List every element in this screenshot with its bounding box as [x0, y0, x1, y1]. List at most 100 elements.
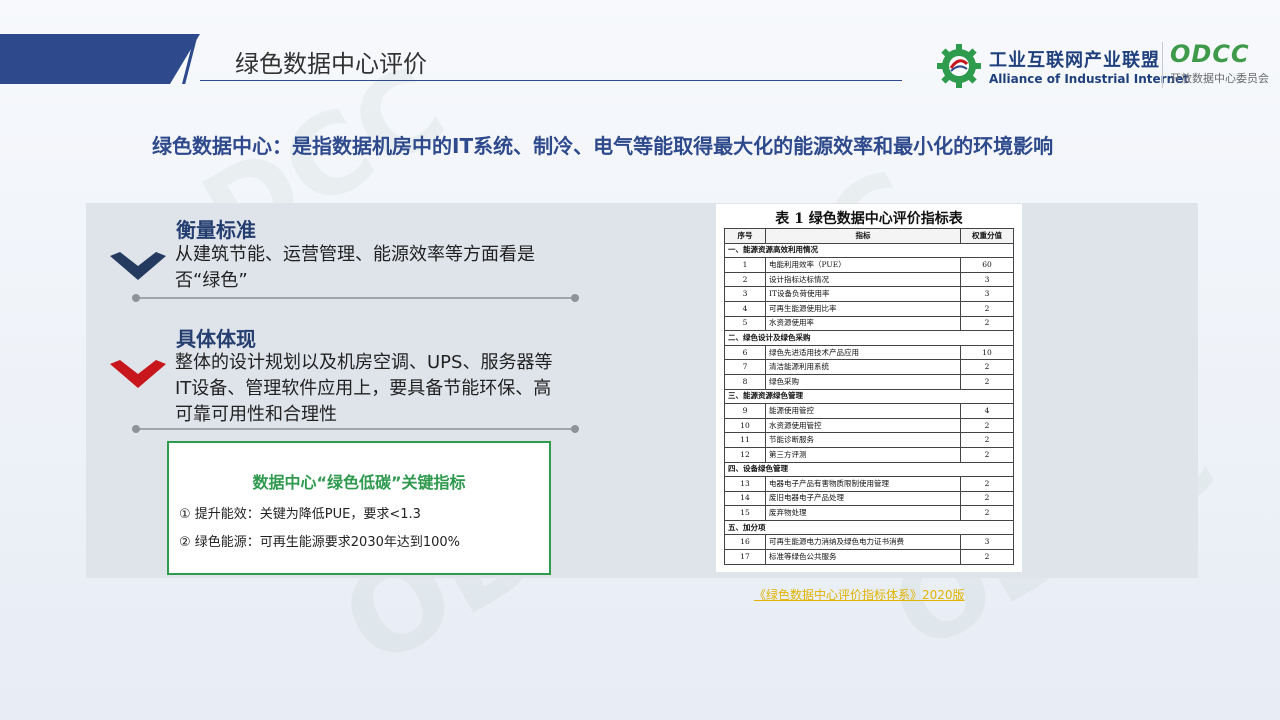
table-cell-name: 节能诊断服务 [765, 432, 961, 448]
table-cell-name: 废旧电器电子产品处理 [765, 490, 961, 507]
table-cell-score: 60 [960, 257, 1014, 273]
title-bar-accent [0, 34, 200, 84]
table-cell-name: 标准等绿色公共服务 [765, 549, 961, 565]
table-cell-no: 9 [724, 403, 766, 419]
table-cell-score: 2 [960, 490, 1014, 507]
table-cell-name: 第三方评测 [765, 446, 961, 463]
source-caption-link[interactable]: 《绿色数据中心评价指标体系》2020版 [754, 586, 965, 603]
table-cell-name: 能源使用管控 [765, 403, 961, 419]
table-cell-score: 2 [960, 417, 1014, 434]
table-section-row: 四、设备绿色管理 [724, 461, 1014, 478]
table-section-row: 五、加分项 [724, 519, 1014, 536]
section-divider [136, 297, 576, 299]
table-cell-name: 电能利用效率（PUE） [765, 257, 961, 273]
table-row: 5 水资源使用率 2 [724, 315, 1014, 332]
table-cell-score: 2 [960, 359, 1014, 375]
key-indicators-title: 数据中心“绿色低碳”关键指标 [252, 473, 466, 492]
table-cell-no: 8 [724, 373, 766, 390]
table-cell-no: 16 [724, 534, 766, 551]
table-cell-score: 3 [960, 286, 1014, 302]
table-row: 2 设计指标达标情况 3 [724, 271, 1014, 288]
table-cell-no: 2 [724, 271, 766, 288]
table-cell-no: 10 [724, 417, 766, 434]
table-cell-no: 14 [724, 490, 766, 507]
table-cell-no: 4 [724, 300, 766, 317]
table-header-row: 序号 指标 权重分值 [724, 228, 1014, 244]
table-cell-name: 清洁能源利用系统 [765, 359, 961, 375]
divider-dot [571, 294, 579, 302]
section-title-embodiment: 具体体现 [176, 327, 256, 351]
section-body-standard: 从建筑节能、运营管理、能源效率等方面看是否“绿色” [175, 244, 535, 291]
table-header-cell: 指标 [765, 228, 961, 244]
table-cell-no: 11 [724, 432, 766, 448]
divider-dot [132, 294, 140, 302]
table-cell-no: 3 [724, 286, 766, 302]
table-row: 6 绿色先进适用技术产品应用 10 [724, 344, 1014, 361]
table-row: 3 IT设备负荷使用率 3 [724, 286, 1014, 302]
table-row: 7 清洁能源利用系统 2 [724, 359, 1014, 375]
table-cell-score: 2 [960, 315, 1014, 332]
table-cell-name: 可再生能源电力消纳及绿色电力证书消费 [765, 534, 961, 551]
table-row: 13 电器电子产品有害物质限制使用管理 2 [724, 476, 1014, 492]
table-cell-score: 2 [960, 300, 1014, 317]
odcc-logo-main: ODCC [1170, 40, 1250, 68]
aii-logo-en: Alliance of Industrial Internet [989, 72, 1189, 86]
table-section-row: 二、绿色设计及绿色采购 [724, 330, 1014, 346]
table-cell-name: IT设备负荷使用率 [765, 286, 961, 302]
key-indicator-item: ① 提升能效：关键为降低PUE，要求<1.3 [179, 507, 421, 522]
table-header-cell: 序号 [724, 228, 766, 244]
table-row: 4 可再生能源使用比率 2 [724, 300, 1014, 317]
table-section-label: 四、设备绿色管理 [724, 461, 1014, 478]
doc-table-title: 表 1 绿色数据中心评价指标表 [775, 211, 963, 227]
table-section-label: 二、绿色设计及绿色采购 [724, 330, 1014, 346]
table-row: 12 第三方评测 2 [724, 446, 1014, 463]
table-cell-no: 13 [724, 476, 766, 492]
table-row: 1 电能利用效率（PUE） 60 [724, 257, 1014, 273]
chevron-down-icon [110, 360, 166, 388]
table-cell-score: 2 [960, 446, 1014, 463]
table-row: 9 能源使用管控 4 [724, 403, 1014, 419]
table-cell-no: 12 [724, 446, 766, 463]
section-divider [136, 428, 576, 430]
table-section-row: 一、能源资源高效利用情况 [724, 242, 1014, 259]
table-section-label: 五、加分项 [724, 519, 1014, 536]
divider-dot [571, 425, 579, 433]
table-cell-score: 2 [960, 505, 1014, 521]
table-row: 11 节能诊断服务 2 [724, 432, 1014, 448]
table-cell-score: 2 [960, 476, 1014, 492]
table-cell-name: 绿色先进适用技术产品应用 [765, 344, 961, 361]
evaluation-index-table-image: 表 1 绿色数据中心评价指标表 序号 指标 权重分值 一、能源资源高效利用情况 1… [716, 204, 1022, 572]
table-cell-no: 5 [724, 315, 766, 332]
logo-divider [1162, 42, 1163, 88]
table-cell-no: 7 [724, 359, 766, 375]
table-cell-name: 水资源使用率 [765, 315, 961, 332]
table-section-row: 三、能源资源绿色管理 [724, 388, 1014, 405]
table-cell-score: 2 [960, 373, 1014, 390]
chevron-down-icon [110, 252, 166, 280]
table-cell-no: 17 [724, 549, 766, 565]
aii-logo: 工业互联网产业联盟 Alliance of Industrial Interne… [935, 42, 1189, 90]
key-indicators-box: 数据中心“绿色低碳”关键指标 ① 提升能效：关键为降低PUE，要求<1.3 ② … [167, 441, 551, 575]
table-cell-name: 设计指标达标情况 [765, 271, 961, 288]
evaluation-index-table: 序号 指标 权重分值 一、能源资源高效利用情况 1 电能利用效率（PUE） 60 2 设计… [724, 228, 1014, 565]
table-cell-name: 绿色采购 [765, 373, 961, 390]
table-cell-name: 可再生能源使用比率 [765, 300, 961, 317]
table-cell-name: 废弃物处理 [765, 505, 961, 521]
table-cell-score: 2 [960, 432, 1014, 448]
odcc-logo-sub: 开放数据中心委员会 [1170, 72, 1269, 85]
table-cell-score: 10 [960, 344, 1014, 361]
table-row: 16 可再生能源电力消纳及绿色电力证书消费 3 [724, 534, 1014, 551]
page-title: 绿色数据中心评价 [235, 50, 427, 78]
table-row: 10 水资源使用管控 2 [724, 417, 1014, 434]
title-underline [200, 80, 902, 81]
table-cell-score: 3 [960, 534, 1014, 551]
table-section-label: 一、能源资源高效利用情况 [724, 242, 1014, 259]
table-row: 14 废旧电器电子产品处理 2 [724, 490, 1014, 507]
aii-logo-cn: 工业互联网产业联盟 [989, 50, 1160, 71]
table-cell-score: 2 [960, 549, 1014, 565]
table-row: 15 废弃物处理 2 [724, 505, 1014, 521]
odcc-logo: ODCC 开放数据中心委员会 [1170, 40, 1276, 86]
table-cell-no: 6 [724, 344, 766, 361]
table-section-label: 三、能源资源绿色管理 [724, 388, 1014, 405]
gear-logo-icon [937, 44, 981, 88]
